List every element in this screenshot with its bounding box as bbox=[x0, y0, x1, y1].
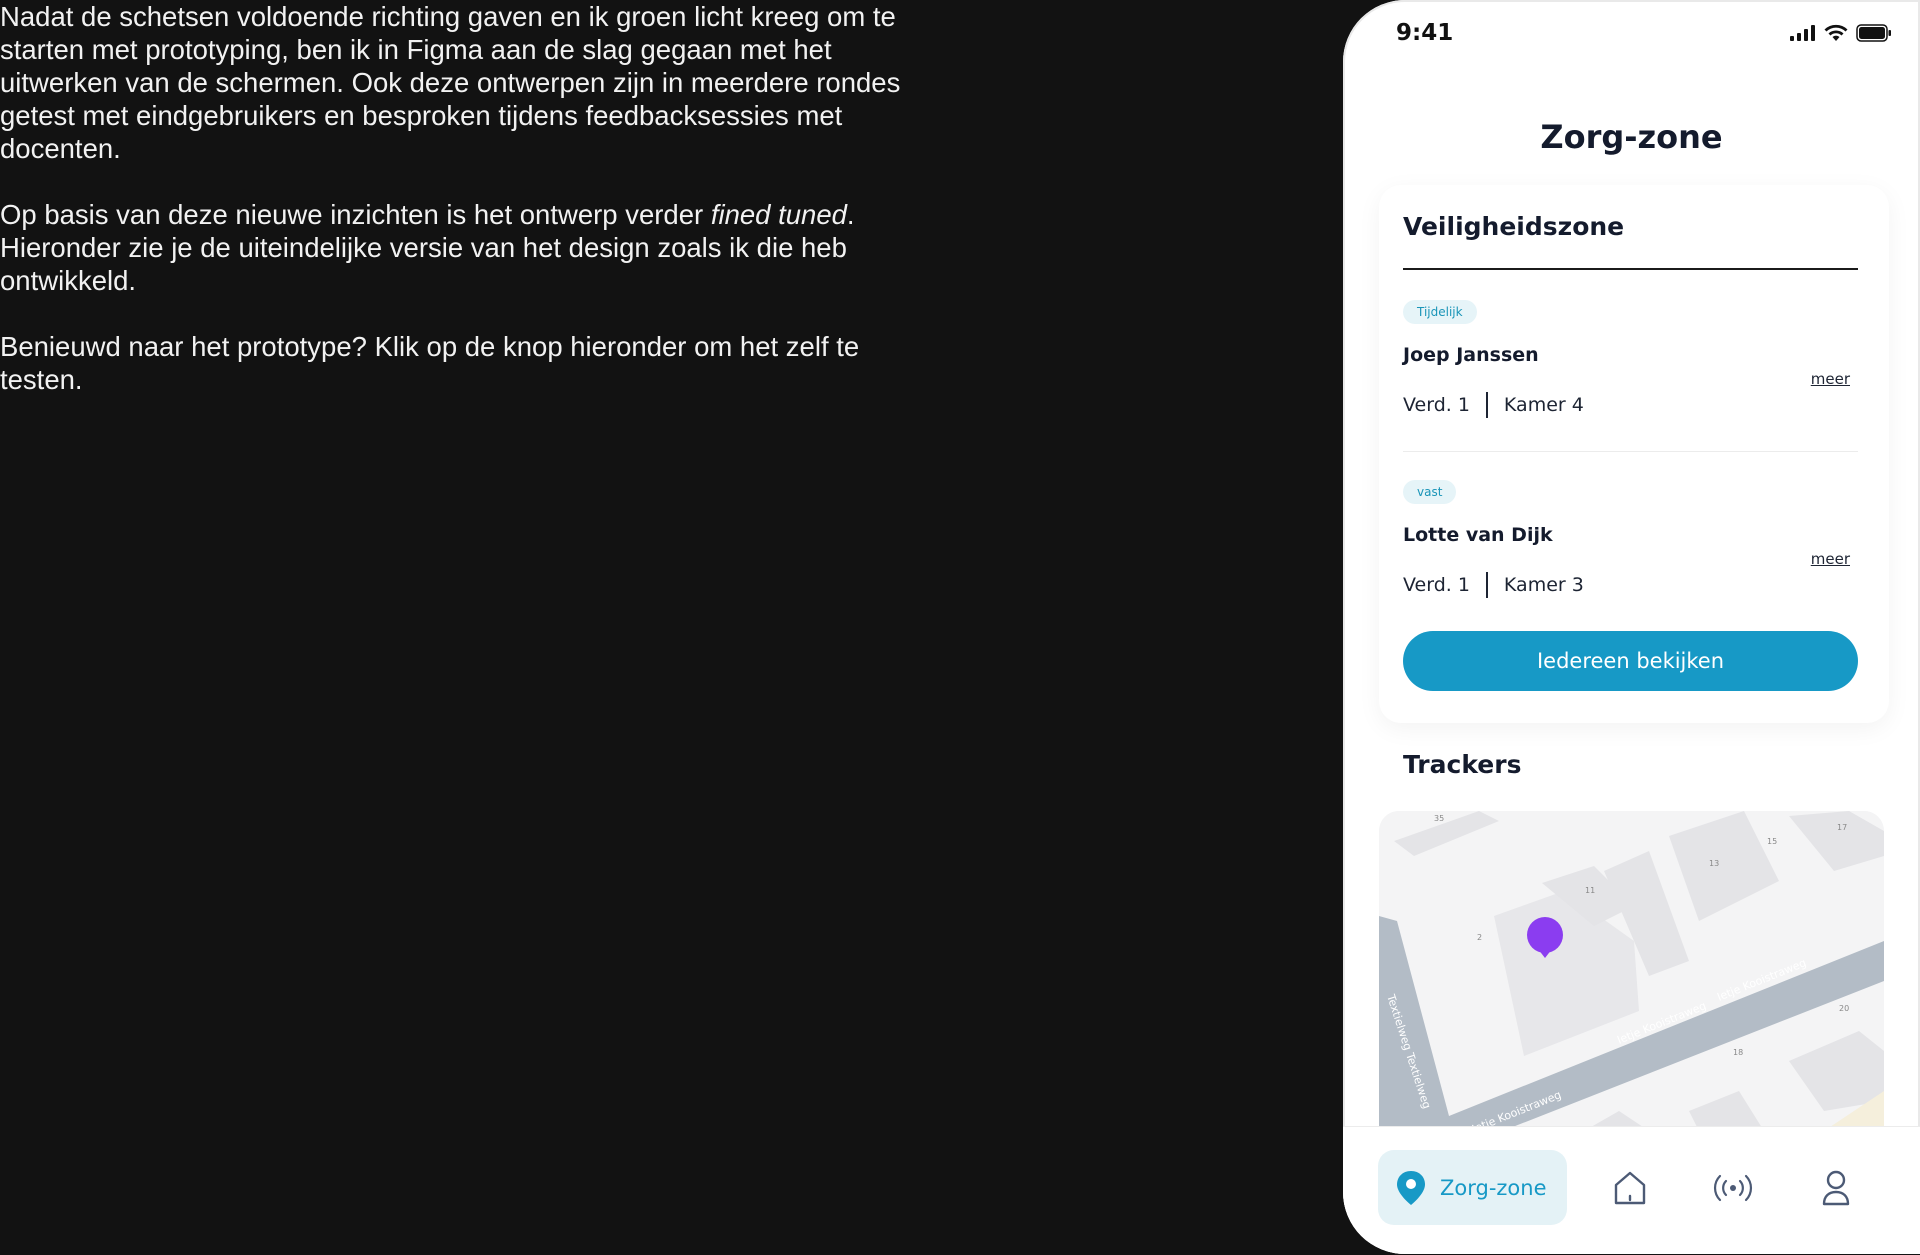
bottom-navigation: Zorg-zone bbox=[1343, 1126, 1920, 1254]
person-location: Verd. 1 Kamer 3 bbox=[1403, 572, 1584, 598]
signal-icon bbox=[1790, 25, 1815, 41]
person-name: Joep Janssen bbox=[1403, 344, 1539, 366]
room-label: Kamer 3 bbox=[1503, 574, 1584, 596]
person-location: Verd. 1 Kamer 4 bbox=[1403, 392, 1584, 418]
room-label: Kamer 4 bbox=[1503, 394, 1584, 416]
phone-mockup: 9:41 Zorg-zone Veiligheidszone Tijdelijk… bbox=[1343, 0, 1920, 1254]
location-separator bbox=[1485, 392, 1488, 418]
view-everyone-button[interactable]: Iedereen bekijken bbox=[1403, 631, 1858, 691]
wifi-icon bbox=[1824, 24, 1848, 41]
home-icon[interactable] bbox=[1611, 1169, 1649, 1207]
status-badge: vast bbox=[1403, 480, 1457, 504]
house-number: 20 bbox=[1839, 1004, 1849, 1013]
house-number: 15 bbox=[1767, 837, 1777, 846]
status-icons bbox=[1790, 24, 1892, 42]
nav-item-label: Zorg-zone bbox=[1440, 1175, 1547, 1200]
house-number: 17 bbox=[1837, 823, 1847, 832]
screen-title: Zorg-zone bbox=[1540, 118, 1723, 156]
intro-p2-start: Op basis van deze nieuwe inzichten is he… bbox=[0, 199, 711, 230]
intro-paragraph-2: Op basis van deze nieuwe inzichten is he… bbox=[0, 198, 930, 297]
battery-icon bbox=[1856, 24, 1891, 42]
status-bar: 9:41 bbox=[1343, 18, 1920, 50]
location-separator bbox=[1485, 572, 1488, 598]
intro-text: Nadat de schetsen voldoende richting gav… bbox=[0, 0, 930, 429]
house-number: 11 bbox=[1585, 886, 1595, 895]
status-badge: Tijdelijk bbox=[1403, 300, 1477, 324]
nav-item-zorg-zone[interactable]: Zorg-zone bbox=[1378, 1150, 1567, 1225]
intro-paragraph-1: Nadat de schetsen voldoende richting gav… bbox=[0, 1, 901, 164]
broadcast-icon[interactable] bbox=[1711, 1169, 1755, 1207]
user-icon[interactable] bbox=[1819, 1169, 1853, 1207]
floor-label: Verd. 1 bbox=[1403, 574, 1470, 596]
person-name: Lotte van Dijk bbox=[1403, 524, 1553, 546]
map-canvas: Ietje Kooistraweg Ietje Kooistraweg Ietj… bbox=[1379, 811, 1884, 1131]
tracker-map[interactable]: Ietje Kooistraweg Ietje Kooistraweg Ietj… bbox=[1379, 811, 1884, 1131]
more-link[interactable]: meer bbox=[1811, 370, 1850, 388]
house-number: 2 bbox=[1477, 933, 1482, 942]
status-time: 9:41 bbox=[1396, 20, 1454, 46]
intro-paragraph-3: Benieuwd naar het prototype? Klik op de … bbox=[0, 331, 860, 395]
more-link[interactable]: meer bbox=[1811, 550, 1850, 568]
house-number: 18 bbox=[1733, 1048, 1743, 1057]
safety-zone-divider bbox=[1403, 268, 1858, 270]
person-divider bbox=[1403, 451, 1858, 452]
person-entry: vast Lotte van Dijk meer Verd. 1 Kamer 3 bbox=[1403, 480, 1858, 600]
safety-zone-title: Veiligheidszone bbox=[1403, 212, 1625, 241]
house-number: 13 bbox=[1709, 859, 1719, 868]
intro-p2-italic: fined tuned bbox=[710, 199, 847, 230]
trackers-title: Trackers bbox=[1403, 750, 1522, 779]
floor-label: Verd. 1 bbox=[1403, 394, 1470, 416]
location-pin-icon bbox=[1397, 1170, 1425, 1205]
house-number: 35 bbox=[1434, 814, 1444, 823]
person-entry: Tijdelijk Joep Janssen meer Verd. 1 Kame… bbox=[1403, 300, 1858, 420]
